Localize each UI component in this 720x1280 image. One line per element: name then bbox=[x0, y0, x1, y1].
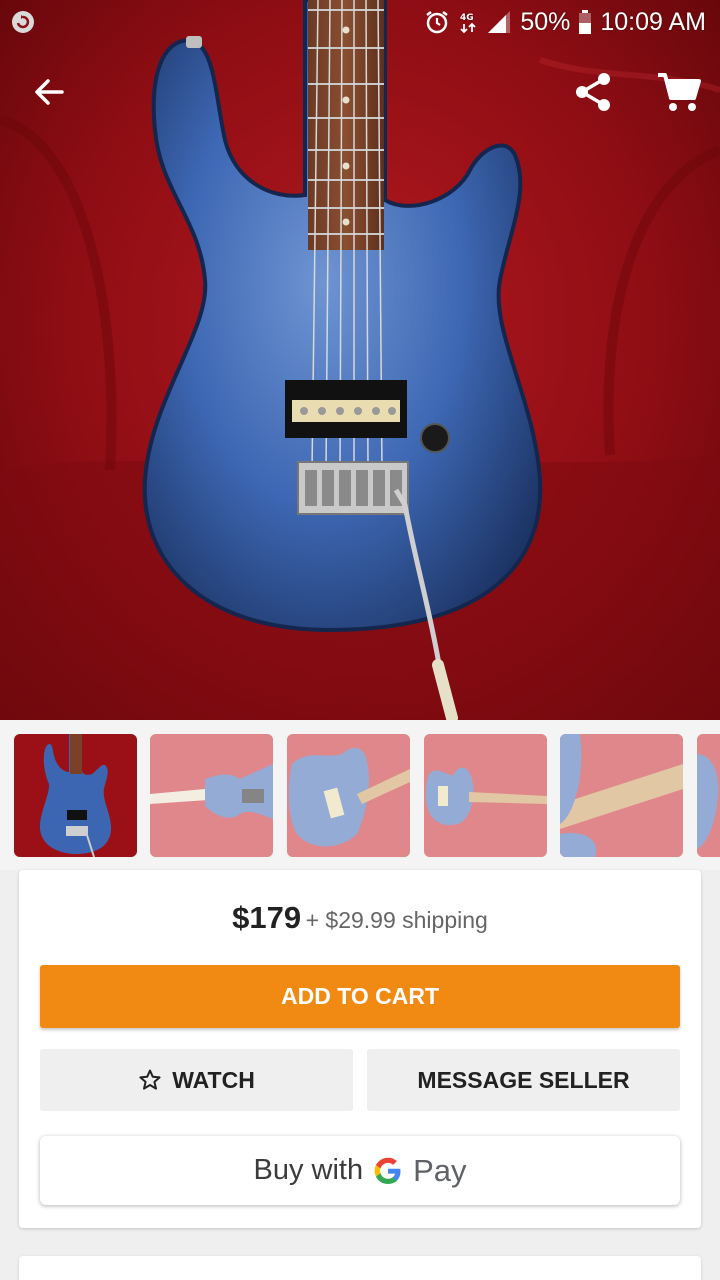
data-4g-icon: 4G bbox=[460, 13, 476, 34]
shipping-cost: + $29.99 shipping bbox=[305, 907, 488, 933]
signal-icon bbox=[488, 11, 511, 33]
battery-icon bbox=[579, 10, 592, 34]
thumbnail-image bbox=[697, 734, 720, 857]
svg-text:4G: 4G bbox=[460, 13, 474, 23]
message-seller-button[interactable]: MESSAGE SELLER bbox=[367, 1049, 680, 1111]
purchase-card: $179 + $29.99 shipping ADD TO CART WATCH… bbox=[19, 870, 701, 1228]
google-pay-button[interactable]: Buy with Pay bbox=[40, 1136, 680, 1205]
share-icon[interactable] bbox=[572, 70, 616, 114]
thumbnail-image bbox=[560, 734, 683, 857]
add-to-cart-label: ADD TO CART bbox=[280, 983, 439, 1009]
star-outline-icon bbox=[139, 1069, 161, 1090]
thumbnail[interactable] bbox=[150, 734, 273, 857]
thumbnail[interactable] bbox=[697, 734, 720, 857]
price-line: $179 + $29.99 shipping bbox=[19, 900, 701, 936]
thumbnail[interactable] bbox=[287, 734, 410, 857]
cart-icon[interactable] bbox=[656, 70, 702, 114]
thumbnail-strip[interactable] bbox=[0, 720, 720, 870]
back-arrow-icon[interactable] bbox=[26, 70, 70, 114]
thumbnail-image bbox=[424, 734, 547, 857]
alarm-icon bbox=[426, 11, 449, 34]
pay-label: Pay bbox=[413, 1152, 467, 1188]
thumbnail[interactable] bbox=[560, 734, 683, 857]
thumbnail[interactable] bbox=[424, 734, 547, 857]
app-notification-icon bbox=[12, 11, 34, 33]
thumbnail-image bbox=[150, 734, 273, 857]
buy-with-label: Buy with bbox=[253, 1154, 364, 1186]
price: $179 bbox=[232, 900, 302, 935]
thumbnail-image bbox=[287, 734, 410, 857]
watch-label: WATCH bbox=[172, 1066, 255, 1093]
clock: 10:09 AM bbox=[600, 7, 706, 36]
google-g-logo-icon bbox=[374, 1157, 401, 1184]
thumbnail-selected[interactable] bbox=[14, 734, 137, 857]
status-bar: 4G 50% 10:09 AM bbox=[0, 0, 720, 44]
battery-percent: 50% bbox=[520, 7, 571, 36]
next-section-card bbox=[19, 1256, 701, 1280]
watch-button[interactable]: WATCH bbox=[40, 1049, 353, 1111]
message-seller-label: MESSAGE SELLER bbox=[417, 1066, 630, 1093]
add-to-cart-button[interactable]: ADD TO CART bbox=[40, 965, 680, 1028]
thumbnail-image bbox=[14, 734, 137, 857]
